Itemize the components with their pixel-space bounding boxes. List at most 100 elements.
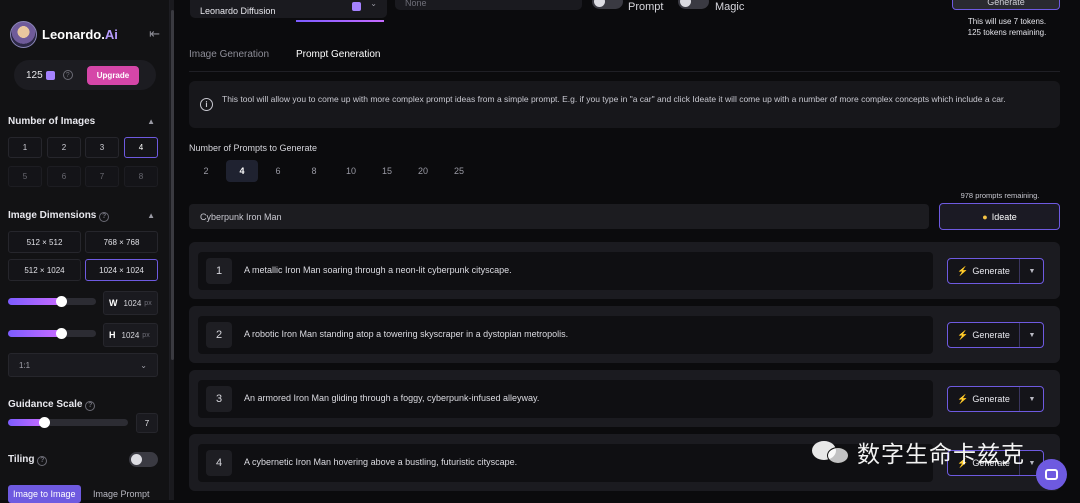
toggle-knob xyxy=(680,0,691,7)
height-slider[interactable] xyxy=(8,328,96,339)
tab-image-generation[interactable]: Image Generation xyxy=(189,49,269,60)
bolt-icon: ⚡ xyxy=(957,265,969,276)
dimension-512x512[interactable]: 512 × 512 xyxy=(8,231,81,253)
wechat-icon xyxy=(812,437,852,467)
prompt-count-option-8[interactable]: 8 xyxy=(298,160,330,182)
width-value: 1024 xyxy=(123,298,142,308)
chat-support-button[interactable] xyxy=(1036,459,1067,490)
images-option-3[interactable]: 3 xyxy=(85,137,119,158)
help-icon[interactable]: ? xyxy=(62,70,73,80)
active-tab-underline xyxy=(296,20,384,22)
upgrade-button[interactable]: Upgrade xyxy=(87,66,139,85)
dimension-768x768[interactable]: 768 × 768 xyxy=(85,231,158,253)
generate-label: Generate xyxy=(972,330,1010,340)
help-icon[interactable]: ? xyxy=(85,400,96,411)
height-unit: px xyxy=(142,331,150,339)
images-option-5[interactable]: 5 xyxy=(8,166,42,187)
sidebar: Leonardo.Ai ⇤ 125 ? Upgrade Number of Im… xyxy=(0,0,170,503)
collapse-caret-icon[interactable]: ▲ xyxy=(147,117,155,126)
collapse-left-icon[interactable]: ⇤ xyxy=(149,26,160,42)
aspect-ratio-select[interactable]: 1:1 ⌄ xyxy=(8,353,158,377)
prompt-count-option-4[interactable]: 4 xyxy=(226,160,258,182)
tab-prompt-generation[interactable]: Prompt Generation xyxy=(296,49,381,60)
prompts-remaining: 978 prompts remaining. xyxy=(960,191,1040,200)
tiling-toggle[interactable] xyxy=(129,452,158,467)
prompt-result-card: 3 An armored Iron Man gliding through a … xyxy=(189,370,1060,427)
chevron-down-icon[interactable]: ▼ xyxy=(1021,323,1043,347)
width-field[interactable]: W 1024 px xyxy=(103,291,158,315)
prompt-result: 1 A metallic Iron Man soaring through a … xyxy=(198,252,933,290)
guidance-scale-slider[interactable] xyxy=(8,417,128,428)
generate-button-group: ⚡ Generate ▼ xyxy=(947,386,1044,412)
images-option-7[interactable]: 7 xyxy=(85,166,119,187)
result-number: 3 xyxy=(206,386,232,412)
prompt-count-option-15[interactable]: 15 xyxy=(371,160,403,182)
style-select[interactable]: None xyxy=(395,0,582,10)
image-dimensions-title: Image Dimensions ? xyxy=(8,210,110,222)
height-field[interactable]: H 1024 px xyxy=(103,323,158,347)
token-icon xyxy=(45,70,55,80)
tab-image-to-image[interactable]: Image to Image xyxy=(8,485,81,503)
prompt-count-option-6[interactable]: 6 xyxy=(262,160,294,182)
result-text: An armored Iron Man gliding through a fo… xyxy=(244,393,540,403)
guidance-scale-value[interactable]: 7 xyxy=(136,413,158,433)
model-select[interactable]: Leonardo Diffusion ⌄ xyxy=(190,0,387,18)
prompt-toggle-label: Prompt xyxy=(628,1,664,13)
images-option-8[interactable]: 8 xyxy=(124,166,158,187)
prompt-count-label: Number of Prompts to Generate xyxy=(189,143,318,153)
main-panel: Leonardo Diffusion ⌄ None Prompt Magic G… xyxy=(175,0,1080,500)
sidebar-scrollbar-thumb[interactable] xyxy=(171,10,174,360)
width-slider[interactable] xyxy=(8,296,96,307)
guidance-slider-knob[interactable] xyxy=(39,417,50,428)
generate-button[interactable]: ⚡ Generate xyxy=(948,387,1020,411)
prompt-result: 3 An armored Iron Man gliding through a … xyxy=(198,380,933,418)
prompt-count-option-20[interactable]: 20 xyxy=(407,160,439,182)
chevron-down-icon: ⌄ xyxy=(140,360,147,370)
ideate-button[interactable]: ● Ideate xyxy=(939,203,1060,230)
prompt-result-card: 1 A metallic Iron Man soaring through a … xyxy=(189,242,1060,299)
ideate-label: Ideate xyxy=(991,211,1017,222)
prompt-toggle[interactable] xyxy=(592,0,623,9)
watermark-text: 数字生命卡兹克 xyxy=(857,442,1025,468)
generate-button[interactable]: ⚡ Generate xyxy=(948,259,1020,283)
tab-image-prompt[interactable]: Image Prompt xyxy=(88,485,155,503)
images-option-1[interactable]: 1 xyxy=(8,137,42,158)
tabs-divider xyxy=(189,71,1060,72)
dimension-1024x1024[interactable]: 1024 × 1024 xyxy=(85,259,158,281)
info-icon: i xyxy=(200,98,213,111)
token-balance: 125 ? Upgrade xyxy=(14,60,156,90)
result-text: A cybernetic Iron Man hovering above a b… xyxy=(244,457,518,467)
prompt-input[interactable]: Cyberpunk Iron Man xyxy=(189,204,929,229)
images-option-6[interactable]: 6 xyxy=(47,166,81,187)
token-usage-note: This will use 7 tokens. 125 tokens remai… xyxy=(954,16,1060,38)
dimension-512x1024[interactable]: 512 × 1024 xyxy=(8,259,81,281)
generate-button[interactable]: ⚡ Generate xyxy=(948,323,1020,347)
magic-toggle[interactable] xyxy=(678,0,709,9)
help-icon[interactable]: ? xyxy=(37,455,48,466)
generate-label: Generate xyxy=(972,394,1010,404)
token-remaining-line: 125 tokens remaining. xyxy=(967,28,1047,37)
logo[interactable]: Leonardo.Ai ⇤ xyxy=(10,20,160,48)
result-text: A robotic Iron Man standing atop a tower… xyxy=(244,329,569,339)
result-number: 2 xyxy=(206,322,232,348)
result-text: A metallic Iron Man soaring through a ne… xyxy=(244,265,512,275)
height-slider-knob[interactable] xyxy=(55,328,67,339)
width-slider-knob[interactable] xyxy=(55,296,67,307)
width-slider-fill xyxy=(8,298,61,305)
toggle-knob xyxy=(131,454,142,465)
logo-avatar xyxy=(10,20,37,48)
images-option-4[interactable]: 4 xyxy=(124,137,158,158)
bolt-icon: ⚡ xyxy=(957,329,969,340)
generate-label: Generate xyxy=(972,266,1010,276)
prompt-count-option-25[interactable]: 25 xyxy=(443,160,475,182)
collapse-caret-icon[interactable]: ▲ xyxy=(147,211,155,220)
chevron-down-icon[interactable]: ▼ xyxy=(1021,259,1043,283)
chevron-down-icon[interactable]: ▼ xyxy=(1021,387,1043,411)
number-of-images-title: Number of Images xyxy=(8,116,96,127)
prompt-count-option-10[interactable]: 10 xyxy=(335,160,367,182)
prompt-count-option-2[interactable]: 2 xyxy=(190,160,222,182)
images-option-2[interactable]: 2 xyxy=(47,137,81,158)
generate-button[interactable]: Generate xyxy=(952,0,1060,10)
generate-button-group: ⚡ Generate ▼ xyxy=(947,322,1044,348)
help-icon[interactable]: ? xyxy=(99,211,110,222)
